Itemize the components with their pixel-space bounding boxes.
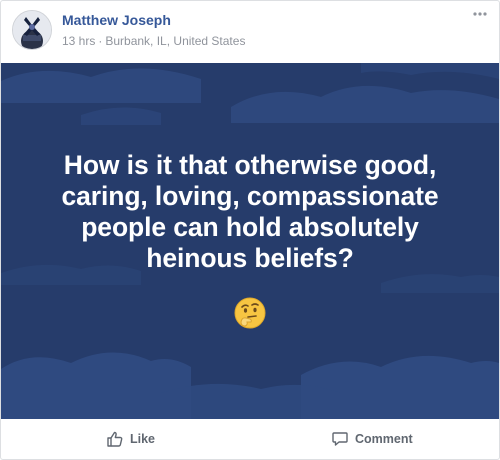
post-message: How is it that otherwise good, caring, l… [1, 150, 499, 274]
post-message-line-3: people can hold absolutely [81, 212, 419, 242]
post-meta: 13 hrs · Burbank, IL, United States [62, 34, 245, 48]
avatar-image [13, 11, 51, 49]
post-card: Matthew Joseph 13 hrs · Burbank, IL, Unite… [0, 0, 500, 460]
post-message-line-2: caring, loving, compassionate [61, 181, 439, 211]
thumbs-up-icon [107, 431, 123, 447]
meta-separator: · [98, 34, 103, 48]
comment-button[interactable]: Comment [331, 428, 413, 450]
comment-label: Comment [355, 432, 413, 446]
post-header: Matthew Joseph 13 hrs · Burbank, IL, Unite… [1, 1, 499, 63]
more-options-icon[interactable] [471, 7, 489, 21]
post-message-line-1: How is it that otherwise good, [63, 150, 437, 180]
post-location[interactable]: Burbank, IL, United States [105, 34, 245, 48]
like-button[interactable]: Like [106, 428, 155, 450]
comment-bubble-icon [332, 432, 348, 446]
thinking-face-icon [233, 296, 267, 330]
post-text-background[interactable]: How is it that otherwise good, caring, l… [1, 63, 499, 419]
author-avatar[interactable] [12, 10, 52, 50]
author-name[interactable]: Matthew Joseph [62, 12, 171, 28]
post-message-line-4: heinous beliefs? [146, 243, 354, 273]
post-actions: Like Comment [1, 419, 499, 459]
like-label: Like [130, 432, 156, 446]
post-time[interactable]: 13 hrs [62, 34, 95, 48]
